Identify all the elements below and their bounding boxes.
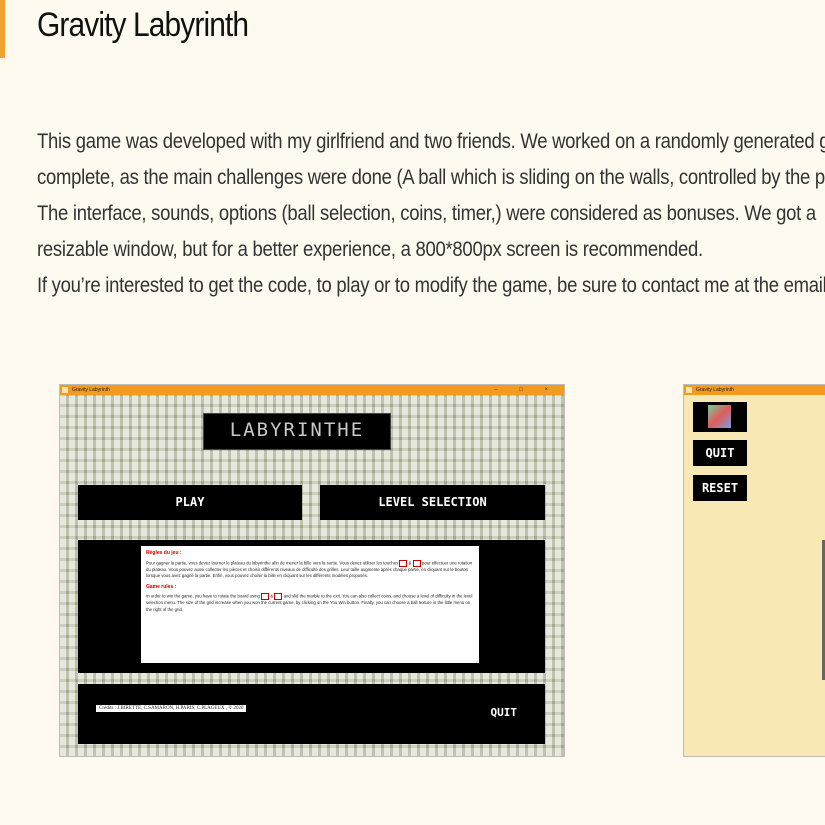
game-logo: LABYRINTHE: [203, 413, 391, 450]
page-title: Gravity Labyrinth: [37, 6, 249, 44]
game-menu-screenshot[interactable]: Gravity Labyrinth – □ × LABYRINTHE PLAY …: [59, 384, 565, 757]
logo-text: LABYRINTHE: [229, 419, 365, 441]
window-titlebar: Gravity Labyrinth: [684, 385, 825, 395]
rules-en-heading: Game rules :: [146, 583, 177, 590]
play-button[interactable]: PLAY: [78, 485, 302, 520]
footer-panel: Crédits : J.BIRETTE, C.SAMARON, H.PARIS,…: [78, 684, 545, 744]
window-controls: – □ ×: [494, 387, 558, 393]
description-line: complete, as the main challenges were do…: [37, 166, 825, 189]
app-icon: [686, 387, 692, 393]
description-line: resizable window, but for a better exper…: [37, 238, 703, 261]
ball-selector[interactable]: [693, 402, 747, 432]
window-titlebar: Gravity Labyrinth – □ ×: [60, 385, 564, 395]
key-separator: &: [270, 593, 274, 599]
rules-panel: Règles du jeu : Pour gagner la partie, v…: [78, 540, 545, 673]
rules-fr-text-a: Pour gagner la partie, vous devez tourne…: [146, 560, 399, 566]
key-separator: &: [408, 560, 412, 566]
game-board-screenshot[interactable]: Gravity Labyrinth QUIT RESET: [683, 384, 825, 757]
window-title: Gravity Labyrinth: [72, 387, 110, 393]
maze-background: LABYRINTHE PLAY LEVEL SELECTION Règles d…: [60, 395, 564, 756]
credits-label: Crédits : J.BIRETTE, C.SAMARON, H.PARIS,…: [96, 705, 247, 712]
rules-card: Règles du jeu : Pour gagner la partie, v…: [141, 546, 479, 663]
arrow-right-key-icon: [412, 559, 421, 567]
quit-button[interactable]: QUIT: [693, 440, 747, 466]
arrow-left-key-icon: [399, 559, 408, 567]
quit-button[interactable]: QUIT: [491, 706, 518, 719]
project-description: This game was developed with my girlfrie…: [37, 124, 825, 304]
description-line: The interface, sounds, options (ball sel…: [37, 202, 816, 225]
accent-bar: [0, 0, 5, 58]
rules-en-text-a: In order to win the game, you have to ro…: [146, 593, 260, 599]
rules-en-text: In order to win the game, you have to ro…: [146, 593, 474, 613]
page: Gravity Labyrinth This game was develope…: [0, 0, 825, 825]
reset-button[interactable]: RESET: [693, 475, 747, 501]
rules-fr-text: Pour gagner la partie, vous devez tourne…: [146, 559, 474, 580]
description-line: This game was developed with my girlfrie…: [37, 130, 825, 153]
description-line: If you’re interested to get the code, to…: [37, 274, 825, 297]
app-icon: [62, 387, 68, 393]
rules-fr-heading: Règles du jeu :: [146, 550, 182, 556]
arrow-left-key-icon: [261, 593, 270, 601]
arrow-right-key-icon: [274, 593, 283, 601]
window-title: Gravity Labyrinth: [696, 387, 734, 393]
level-selection-button[interactable]: LEVEL SELECTION: [320, 485, 545, 520]
ball-texture-icon: [708, 405, 731, 428]
